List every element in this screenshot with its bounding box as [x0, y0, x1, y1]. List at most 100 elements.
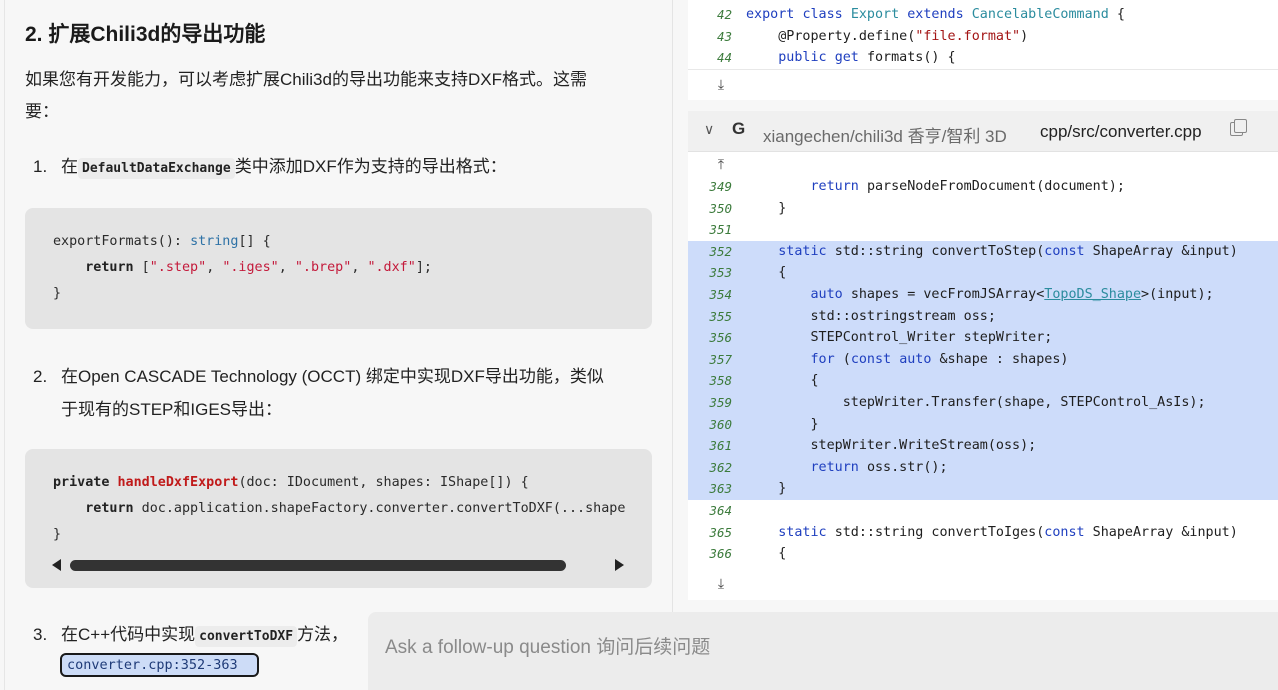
code-token: STEPControl_Writer stepWriter;	[746, 330, 1053, 346]
code-token: )	[1020, 28, 1029, 44]
code-text: }	[746, 478, 786, 500]
code-string: ".iges"	[222, 260, 279, 275]
code-text: exportFormats():	[53, 234, 191, 249]
code-token: oss.str();	[866, 459, 948, 475]
code-text: [	[133, 260, 150, 275]
code-token: }	[746, 481, 787, 497]
code-text: std::ostringstream oss;	[746, 306, 995, 328]
intro-line-2: 要：	[25, 102, 59, 121]
list-text-post: 方法，	[297, 625, 349, 644]
answer-panel: 2. 扩展Chili3d的导出功能 如果您有开发能力，可以考虑扩展Chili3d…	[0, 0, 672, 690]
list-number: 2.	[33, 367, 48, 386]
chevron-down-icon[interactable]: ∨	[704, 121, 714, 138]
file-header[interactable]: ∨ G xiangechen/chili3d 香亨/智利 3D cpp/src/…	[688, 111, 1278, 152]
code-line: 365 static std::string convertToIges(con…	[688, 522, 1278, 544]
panel-separator	[688, 69, 1278, 70]
code-text: {	[746, 370, 819, 392]
repo-name[interactable]: xiangechen/chili3d 香亨/智利 3D	[763, 122, 1007, 147]
code-token: @Property.define(	[746, 28, 916, 44]
code-line: }	[53, 527, 62, 542]
code-text: [] {	[238, 234, 271, 249]
code-token: static	[778, 524, 835, 540]
code-token: &shape : shapes)	[939, 351, 1069, 367]
line-number: 363	[709, 481, 732, 497]
code-token: >(input);	[1141, 287, 1214, 302]
code-token: for	[810, 351, 843, 367]
scroll-left-arrow-icon[interactable]	[52, 559, 61, 571]
code-line: 358 {	[688, 370, 1278, 392]
line-number: 357	[709, 351, 732, 367]
list-item-1: 1. 在 DefaultDataExchange 类中添加DXF作为支持的导出格式：	[33, 152, 507, 179]
follow-up-input[interactable]: Ask a follow-up question 询问后续问题	[368, 612, 1278, 690]
list-item-3: 3. 在C++代码中实现 convertToDXF 方法，	[33, 620, 349, 647]
expand-up-icon[interactable]: ⤒	[711, 154, 731, 174]
code-token: Export	[850, 7, 908, 22]
section-heading: 2. 扩展Chili3d的导出功能	[25, 23, 266, 46]
code-token: {	[746, 373, 819, 389]
code-string: ".dxf"	[367, 260, 416, 275]
expand-down-icon[interactable]: ⤓	[711, 573, 731, 593]
code-token: formats() {	[866, 50, 956, 66]
code-panel-converter-cpp: ⤒ 349 return parseNodeFromDocument(docum…	[688, 152, 1278, 600]
code-token: auto	[810, 287, 851, 302]
line-number: 360	[709, 416, 732, 432]
code-token: static	[778, 243, 835, 259]
scroll-right-arrow-icon[interactable]	[615, 559, 624, 571]
code-token: }	[746, 200, 787, 216]
code-panel-export-ts: 42 export class Export extends Cancelable…	[688, 0, 1278, 100]
line-number: 365	[709, 524, 732, 540]
follow-up-placeholder: Ask a follow-up question 询问后续问题	[385, 637, 711, 658]
code-token: {	[1116, 7, 1125, 22]
inline-code: convertToDXF	[195, 626, 298, 647]
expand-down-icon[interactable]: ⤓	[711, 74, 731, 94]
code-token: public	[778, 50, 835, 66]
line-number: 353	[709, 265, 732, 281]
code-line: 366 {	[688, 543, 1278, 565]
intro-paragraph: 如果您有开发能力，可以考虑扩展Chili3d的导出功能来支持DXF格式。这需 要…	[25, 64, 645, 128]
code-text: doc.application.shapeFactory.converter.c…	[133, 501, 626, 516]
code-token: "file.format"	[915, 28, 1021, 44]
line-number: 351	[709, 222, 732, 238]
line-number: 354	[709, 287, 732, 302]
code-line: return [".step", ".iges", ".brep", ".dxf…	[85, 260, 432, 275]
code-text: @Property.define("file.format")	[746, 26, 1028, 48]
code-line: }	[53, 286, 62, 301]
code-token: {	[746, 265, 787, 281]
code-text: auto shapes = vecFromJSArray<TopoDS_Shap…	[746, 284, 1214, 306]
source-panel: 42 export class Export extends Cancelable…	[688, 0, 1278, 690]
intro-line-1: 如果您有开发能力，可以考虑扩展Chili3d的导出功能来支持DXF格式。这需	[25, 70, 587, 89]
line-number: 358	[709, 373, 732, 389]
code-token: std::string convertToStep(	[834, 243, 1045, 259]
code-text: for (const auto &shape : shapes)	[746, 349, 1069, 371]
code-string: ".brep"	[294, 260, 352, 275]
code-line: 363 }	[688, 478, 1278, 500]
code-line: 44 public get formats() {	[688, 47, 1278, 69]
code-text: {	[746, 262, 786, 284]
code-keyword: private	[53, 475, 110, 490]
code-token: TopoDS_Shape	[1044, 287, 1142, 302]
code-line: 353 {	[688, 262, 1278, 284]
code-line: 42 export class Export extends Cancelable…	[688, 4, 1278, 26]
line-number: 350	[709, 200, 732, 216]
code-keyword: return	[85, 501, 134, 516]
line-number: 43	[716, 28, 732, 44]
code-text: }	[746, 198, 786, 220]
code-line: 360 }	[688, 413, 1278, 436]
panel-divider	[672, 0, 673, 690]
horizontal-scrollbar-thumb[interactable]	[70, 560, 566, 571]
code-text: static std::string convertToIges(const S…	[746, 522, 1238, 544]
code-function: handleDxfExport	[117, 475, 239, 490]
code-text: static std::string convertToStep(const S…	[746, 241, 1238, 263]
code-token: extends	[907, 7, 972, 22]
file-path[interactable]: cpp/src/converter.cpp	[1040, 122, 1202, 142]
code-line: 364	[688, 500, 1278, 522]
code-line: private handleDxfExport(doc: IDocument, …	[53, 473, 529, 493]
list-number: 1.	[33, 157, 48, 176]
code-reference-chip[interactable]: converter.cpp:352-363	[60, 653, 259, 677]
code-line: return doc.application.shapeFactory.conv…	[53, 499, 625, 519]
code-block-export-formats: exportFormats(): string[] { return [".st…	[25, 208, 652, 329]
